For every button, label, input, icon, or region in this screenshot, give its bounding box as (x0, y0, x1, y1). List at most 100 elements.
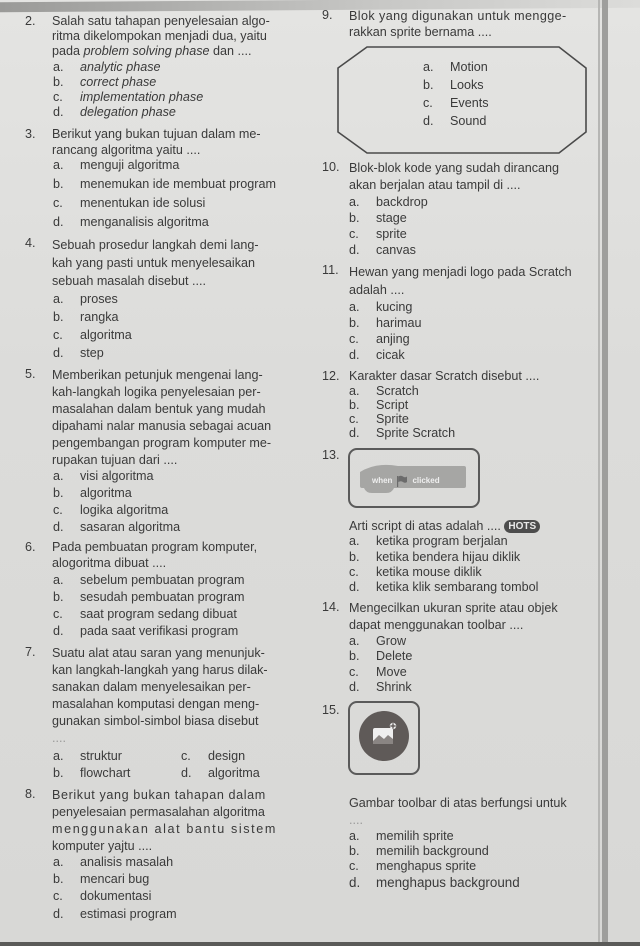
option-a[interactable]: a. proses (53, 290, 287, 308)
option-text: kucing (376, 300, 413, 314)
option-d[interactable]: d. menganalisis algoritma (53, 215, 287, 230)
option-c[interactable]: c. saat program sedang dibuat (53, 607, 287, 622)
option-letter: c. (53, 196, 63, 211)
option-a[interactable]: a. kucing (349, 299, 594, 315)
option-b[interactable]: b. Delete (349, 649, 594, 664)
option-d[interactable]: d. algoritma (181, 766, 301, 781)
option-c[interactable]: c. Events (423, 94, 489, 112)
question-text: Blok-blok kode yang sudah dirancang akan… (349, 160, 594, 194)
option-a[interactable]: a. backdrop (349, 194, 594, 210)
option-d[interactable]: d. sasaran algoritma (53, 520, 287, 535)
option-letter: a. (349, 634, 360, 649)
option-b[interactable]: b. ketika bendera hijau diklik (349, 550, 594, 565)
option-text: algoritma (208, 765, 260, 780)
option-b[interactable]: b. Script (349, 398, 594, 412)
option-text: canvas (376, 243, 416, 257)
option-text: stage (376, 211, 407, 225)
option-letter: b. (53, 485, 64, 500)
question-number: 15. (322, 703, 340, 718)
option-b[interactable]: b. mencari bug (53, 872, 287, 887)
option-d[interactable]: d. canvas (349, 242, 594, 258)
option-b[interactable]: b. correct phase (53, 75, 287, 90)
option-letter: b. (349, 844, 360, 859)
option-letter: b. (349, 649, 360, 664)
question-line: rancang algoritma yaitu .... (52, 142, 201, 157)
block-when-text: when (372, 476, 393, 486)
question-line: rakkan sprite bernama .... (349, 25, 492, 39)
option-a[interactable]: a. Motion (423, 58, 489, 76)
option-letter: a. (53, 59, 64, 74)
option-c[interactable]: c. logika algoritma (53, 503, 287, 518)
option-b[interactable]: b. memilih background (349, 844, 594, 859)
option-letter: b. (53, 765, 64, 780)
option-letter: b. (349, 398, 360, 413)
question-text: Suatu alat atau saran yang menunjuk- kan… (52, 645, 287, 747)
option-text: delegation phase (80, 105, 176, 120)
option-text: analytic phase (80, 59, 161, 74)
option-c[interactable]: c. design (181, 749, 301, 764)
option-letter: b. (349, 211, 360, 225)
option-a[interactable]: a. memilih sprite (349, 829, 594, 844)
option-letter: c. (53, 503, 63, 518)
option-d[interactable]: d. Shrink (349, 680, 594, 695)
option-c[interactable]: c. dokumentasi (53, 889, 287, 904)
option-text: algoritma (80, 327, 132, 342)
option-c[interactable]: c. menghapus sprite (349, 859, 594, 874)
option-a[interactable]: a. visi algoritma (53, 469, 287, 484)
option-d[interactable]: d. delegation phase (53, 105, 287, 120)
option-b[interactable]: b. rangka (53, 308, 287, 326)
question-line: Blok yang digunakan untuk mengge- (349, 9, 567, 23)
option-a[interactable]: a. Grow (349, 634, 594, 649)
italic-term: problem solving phase (83, 44, 210, 59)
option-a[interactable]: a. menguji algoritma (53, 158, 287, 173)
page-bottom-edge (0, 942, 640, 946)
option-c[interactable]: c. Sprite (349, 412, 594, 426)
option-a[interactable]: a. ketika program berjalan (349, 534, 594, 549)
option-d[interactable]: d. estimasi program (53, 907, 287, 922)
option-text: Events (450, 96, 489, 110)
right-column: 9. Blok yang digunakan untuk mengge- rak… (322, 8, 594, 890)
option-c[interactable]: c. implementation phase (53, 90, 287, 105)
option-text: menganalisis algoritma (80, 215, 209, 230)
option-a[interactable]: a. Scratch (349, 384, 594, 398)
question-4: 4. Sebuah prosedur langkah demi lang- ka… (25, 236, 287, 362)
option-c[interactable]: c. sprite (349, 226, 594, 242)
option-d[interactable]: d. Sound (423, 112, 489, 130)
option-c[interactable]: c. Move (349, 665, 594, 680)
option-text: dokumentasi (80, 889, 152, 904)
question-text: Pada pembuatan program komputer, alogori… (52, 540, 287, 570)
option-d[interactable]: d. Sprite Scratch (349, 426, 594, 440)
option-b[interactable]: b. menemukan ide membuat program (53, 177, 287, 192)
option-d[interactable]: d. menghapus background (349, 875, 594, 890)
option-a[interactable]: a. analytic phase (53, 60, 287, 75)
option-d[interactable]: d. step (53, 344, 287, 362)
option-b[interactable]: b. Looks (423, 76, 489, 94)
option-letter: a. (423, 60, 434, 74)
question-15: 15. Gambar toolbar di atas berfungsi unt… (322, 701, 594, 890)
option-c[interactable]: c. menentukan ide solusi (53, 196, 287, 211)
option-b[interactable]: b. stage (349, 210, 594, 226)
option-c[interactable]: c. anjing (349, 331, 594, 347)
question-line: penyelesaian permasalahan algoritma (52, 805, 265, 820)
question-10: 10. Blok-blok kode yang sudah dirancang … (322, 160, 594, 258)
question-line: rupakan tujuan dari .... (52, 452, 178, 467)
option-b[interactable]: b. harimau (349, 315, 594, 331)
option-letter: d. (349, 426, 360, 441)
question-12: 12. Karakter dasar Scratch disebut .... … (322, 369, 594, 440)
option-b[interactable]: b. flowchart (53, 766, 181, 781)
option-text: estimasi program (80, 906, 177, 921)
option-b[interactable]: b. algoritma (53, 486, 287, 501)
option-text: cicak (376, 348, 405, 362)
option-a[interactable]: a. sebelum pembuatan program (53, 573, 287, 588)
option-d[interactable]: d. cicak (349, 347, 594, 363)
option-a[interactable]: a. struktur (53, 749, 181, 764)
option-text: Sprite (376, 412, 409, 427)
option-d[interactable]: d. pada saat verifikasi program (53, 624, 287, 639)
question-number: 8. (25, 787, 36, 802)
option-c[interactable]: c. ketika mouse diklik (349, 565, 594, 580)
option-a[interactable]: a. analisis masalah (53, 855, 287, 870)
option-b[interactable]: b. sesudah pembuatan program (53, 590, 287, 605)
option-text: correct phase (80, 74, 157, 89)
option-c[interactable]: c. algoritma (53, 326, 287, 344)
option-d[interactable]: d. ketika klik sembarang tombol (349, 580, 594, 595)
